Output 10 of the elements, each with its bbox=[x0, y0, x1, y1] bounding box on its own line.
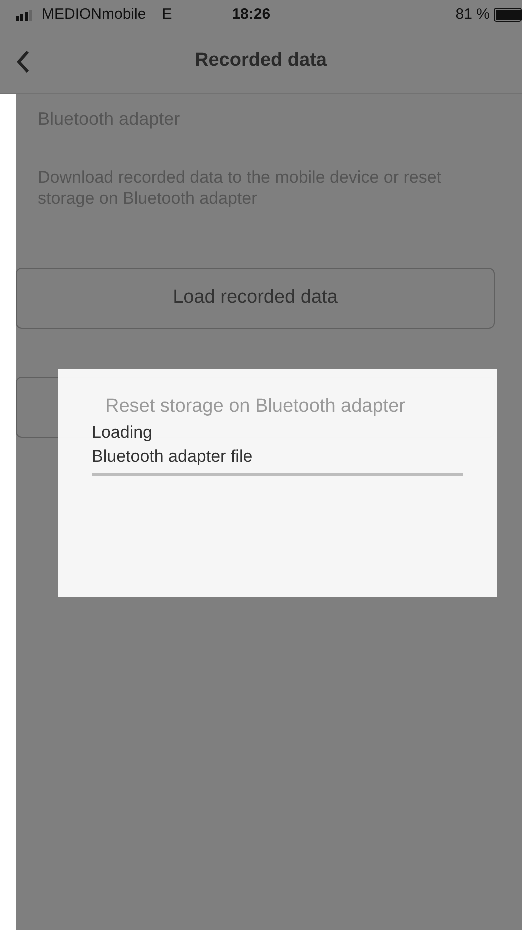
battery-icon bbox=[494, 8, 522, 22]
action-button[interactable]: Load recorded data bbox=[16, 268, 495, 328]
battery-percent: 81 % bbox=[456, 4, 490, 25]
network-type: E bbox=[162, 4, 172, 25]
screen-title: Recorded data bbox=[195, 49, 327, 74]
dialog-title: Loading bbox=[92, 422, 154, 444]
carrier-name: MEDIONmobile bbox=[42, 4, 146, 25]
dialog-message: Bluetooth adapter file bbox=[92, 446, 254, 468]
clock-time: 18:26 bbox=[232, 4, 271, 25]
back-icon[interactable] bbox=[16, 50, 30, 74]
